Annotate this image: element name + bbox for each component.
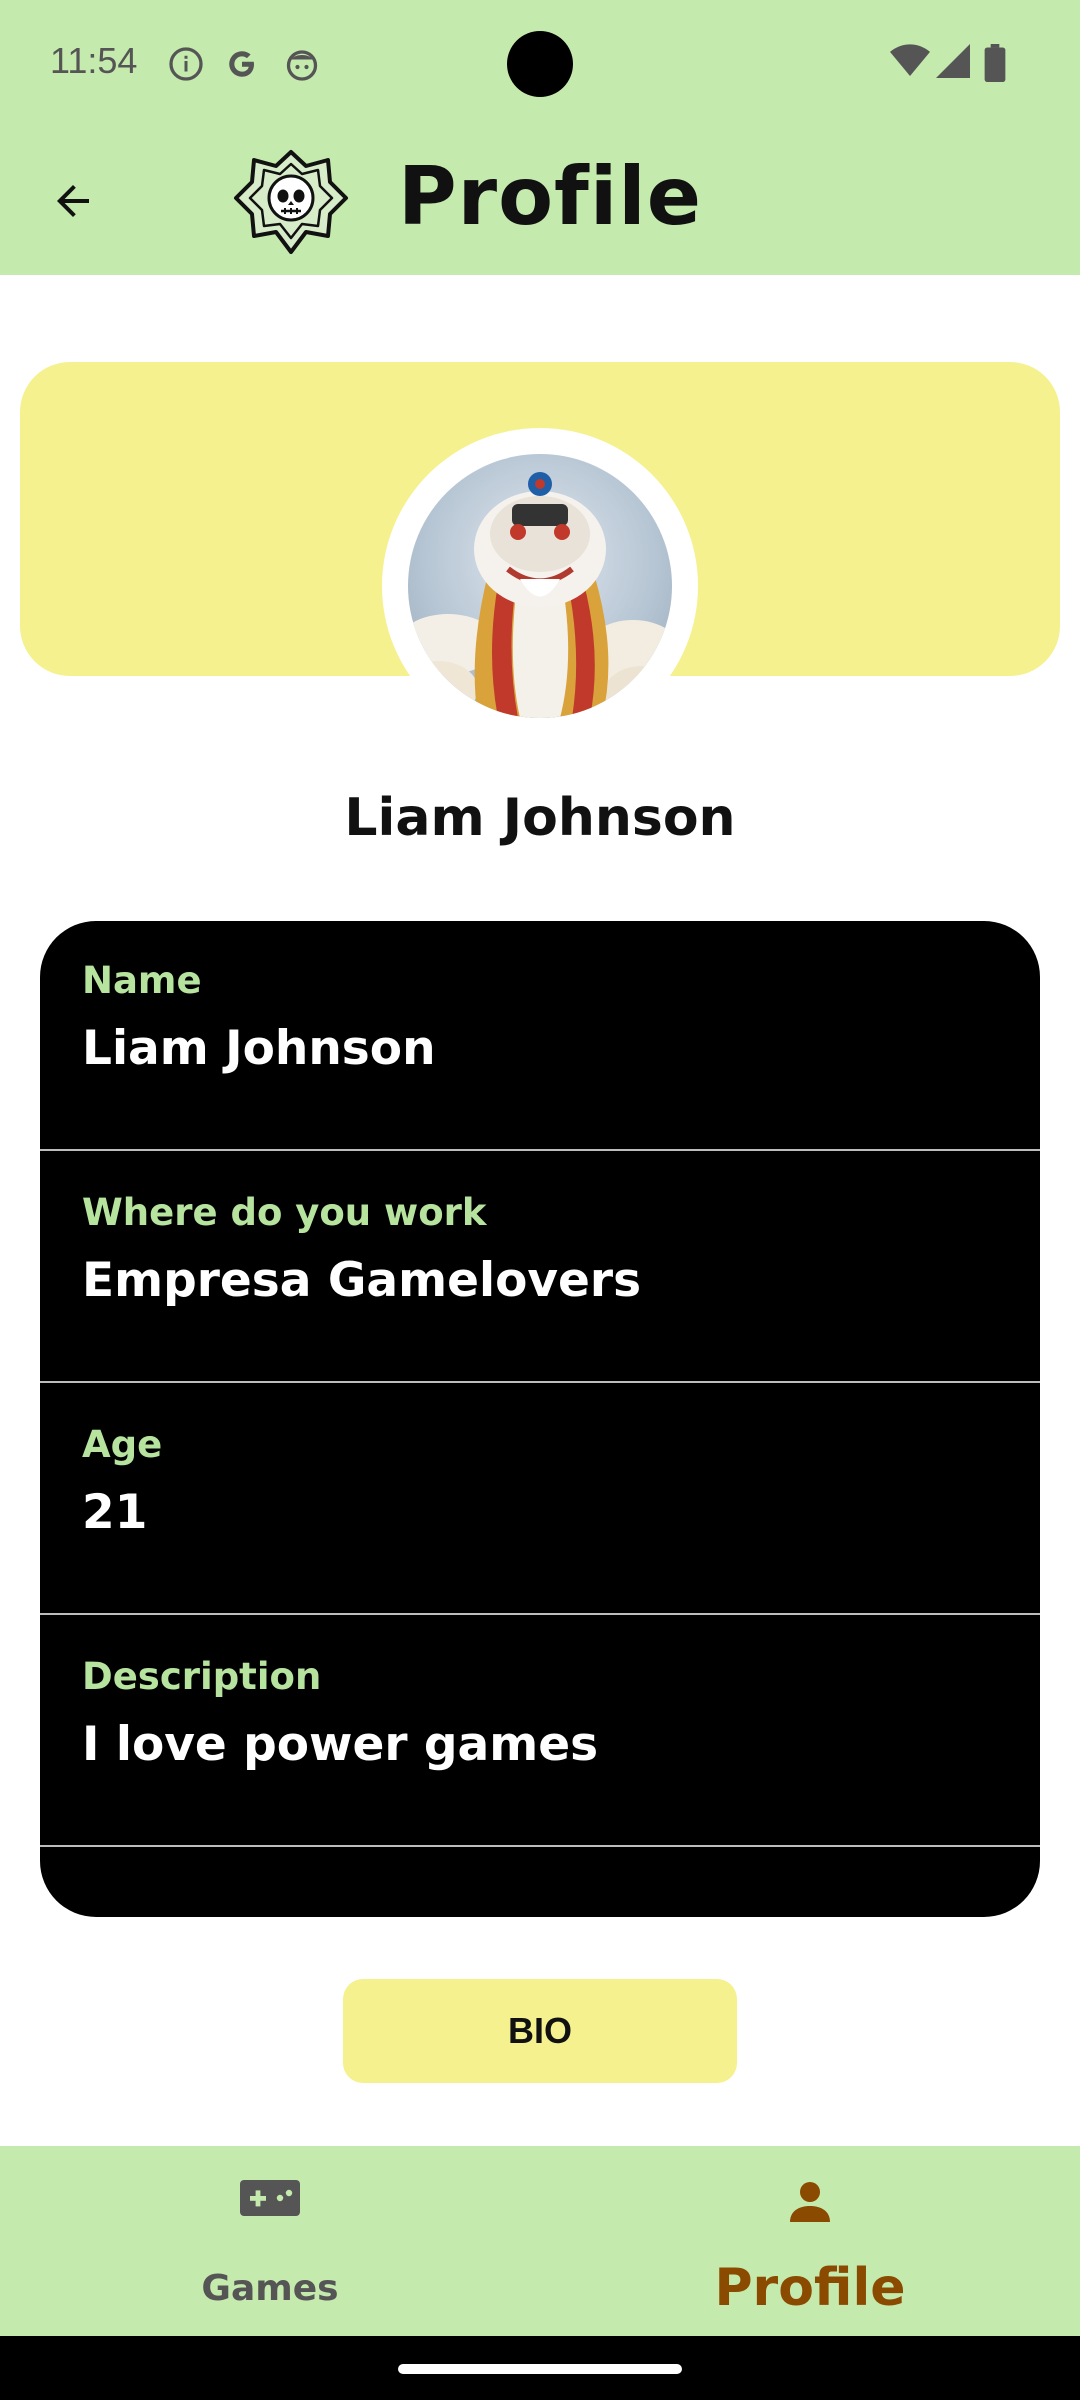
home-gesture-handle[interactable]: [398, 2364, 682, 2374]
wifi-icon: [890, 44, 930, 82]
arrow-back-icon: [49, 177, 97, 229]
status-bar: 11:54: [0, 0, 1080, 130]
field-age: Age 21: [40, 1385, 1040, 1615]
field-value: Liam Johnson: [82, 1021, 436, 1076]
gesture-navigation-area: [0, 2336, 1080, 2400]
nav-label-games: Games: [201, 2268, 339, 2309]
field-value: Empresa Gamelovers: [82, 1253, 642, 1308]
nav-item-profile[interactable]: Profile: [540, 2146, 1080, 2336]
info-icon: [168, 46, 203, 81]
status-time: 11:54: [50, 40, 138, 81]
profile-info-card: Name Liam Johnson Where do you work Empr…: [40, 921, 1040, 1917]
back-button[interactable]: [40, 170, 106, 236]
skull-badge-logo: [232, 148, 350, 256]
signal-icon: [936, 44, 970, 82]
avatar[interactable]: [408, 454, 672, 718]
field-value: 21: [82, 1485, 148, 1540]
field-description: Description I love power games: [40, 1617, 1040, 1847]
field-label: Name: [82, 959, 202, 1002]
field-name: Name Liam Johnson: [40, 921, 1040, 1151]
nav-item-games[interactable]: Games: [0, 2146, 540, 2336]
app-bar: Profile: [0, 130, 1080, 275]
gamepad-icon: [240, 2178, 300, 2222]
camera-cutout: [507, 31, 573, 97]
field-label: Age: [82, 1423, 163, 1466]
profile-display-name: Liam Johnson: [344, 788, 736, 848]
nav-label-profile: Profile: [714, 2258, 906, 2318]
field-value: I love power games: [82, 1717, 599, 1772]
field-label: Where do you work: [82, 1191, 487, 1234]
bio-button[interactable]: BIO: [343, 1979, 737, 2083]
google-icon: [224, 46, 258, 80]
person-icon: [786, 2178, 834, 2230]
battery-icon: [984, 44, 1006, 86]
bottom-navigation: Games Profile: [0, 2146, 1080, 2336]
face-icon: [284, 46, 318, 81]
field-workplace: Where do you work Empresa Gamelovers: [40, 1153, 1040, 1383]
page-title: Profile: [398, 150, 702, 243]
field-label: Description: [82, 1655, 322, 1698]
